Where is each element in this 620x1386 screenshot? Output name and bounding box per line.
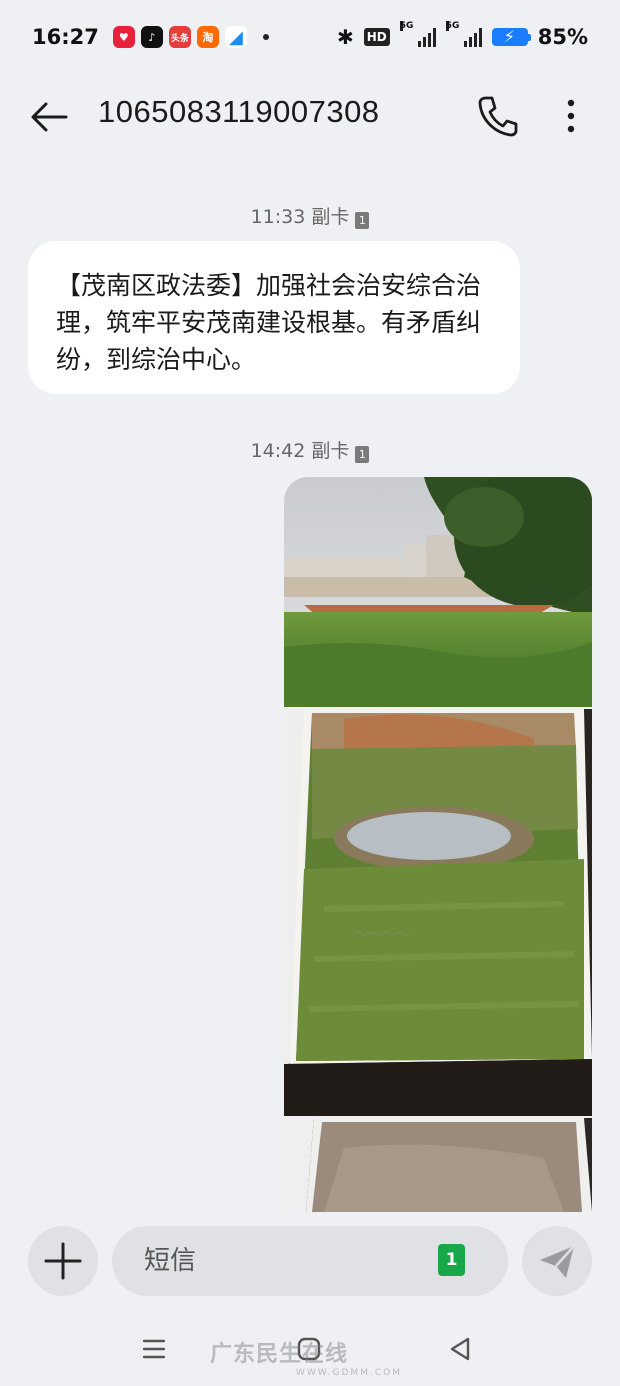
sim-label: 副卡 (311, 206, 350, 228)
composer-bar: 1 (0, 1212, 620, 1308)
douyin-icon: ♪ (140, 26, 163, 48)
message-timestamp: 11:33 副卡 1 (0, 202, 620, 229)
back-nav-icon[interactable] (448, 1336, 472, 1362)
send-button[interactable] (522, 1226, 592, 1296)
status-bar: 16:27 ♥ ♪ 头条 淘 ◢ ✱ HD 5G 5G ⚡ 85% (0, 0, 620, 74)
watermark-url: WWW.GDMM.COM (296, 1368, 402, 1378)
conversation-header: 1065083119007308 (0, 74, 620, 160)
sim-select-button[interactable]: 1 (438, 1244, 465, 1276)
network-type-1: 5G (399, 21, 414, 31)
phone-call-icon[interactable] (476, 94, 518, 138)
recent-apps-icon[interactable] (142, 1338, 166, 1360)
sim-label: 副卡 (311, 440, 350, 462)
network-type-2: 5G (445, 21, 460, 31)
photo-dirt-ground[interactable] (284, 1118, 592, 1212)
svg-text:～～～～: ～～～～ (354, 927, 410, 943)
message-time: 14:42 (250, 440, 306, 462)
sim-slot-icon: 1 (355, 446, 370, 463)
contact-number: 1065083119007308 (98, 94, 380, 129)
status-time: 16:27 (32, 25, 99, 49)
pinduoduo-icon: ♥ (112, 26, 135, 48)
back-arrow-icon[interactable] (28, 96, 70, 138)
taobao-icon: 淘 (196, 26, 219, 48)
message-time: 11:33 (250, 206, 306, 228)
watermark: 广东民生在线 WWW.GDMM.COM (210, 1336, 402, 1378)
message-text: 【茂南区政法委】加强社会治安综合治理，筑牢平安茂南建设根基。有矛盾纠纷，到综治中… (56, 271, 482, 374)
incoming-message-bubble[interactable]: 【茂南区政法委】加强社会治安综合治理，筑牢平安茂南建设根基。有矛盾纠纷，到综治中… (28, 241, 520, 394)
battery-icon: ⚡ (491, 27, 531, 46)
battery-percent: 85% (537, 25, 588, 49)
feishu-icon: ◢ (224, 26, 247, 48)
more-notifications-dot (262, 34, 269, 40)
notification-icons: ♥ ♪ 头条 淘 ◢ (112, 26, 269, 48)
outgoing-image-message[interactable]: ～～～～ (284, 477, 592, 1212)
send-icon (540, 1245, 575, 1278)
hd-icon: HD (363, 28, 390, 46)
signal-2-icon: 5G (445, 21, 482, 47)
signal-1-icon: 5G (399, 21, 436, 47)
photo-grass-field-with-buildings[interactable] (284, 477, 592, 707)
photo-printed-grass-with-puddle[interactable]: ～～～～ (284, 709, 592, 1116)
sim-slot-icon: 1 (355, 212, 370, 229)
status-right: ✱ HD 5G 5G ⚡ 85% (336, 21, 588, 49)
message-timestamp: 14:42 副卡 1 (0, 436, 620, 463)
bluetooth-icon: ✱ (336, 25, 354, 49)
plus-icon (44, 1242, 82, 1280)
watermark-text: 广东民生在线 (210, 1342, 349, 1367)
more-options-icon[interactable] (556, 94, 586, 138)
add-attachment-button[interactable] (28, 1226, 98, 1296)
toutiao-icon: 头条 (168, 26, 191, 48)
